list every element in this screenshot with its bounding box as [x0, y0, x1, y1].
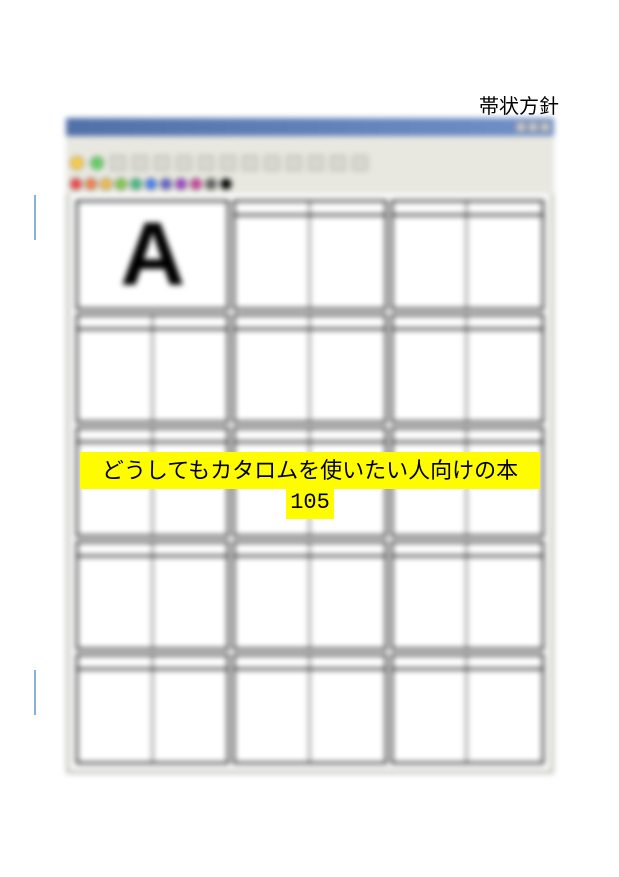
color-swatch[interactable] [70, 178, 82, 190]
grid-cell [233, 654, 386, 764]
overlay-title-text: どうしてもカタロムを使いたい人向けの本 [102, 458, 518, 483]
color-swatch[interactable] [115, 178, 127, 190]
color-swatch[interactable] [145, 178, 157, 190]
grid-cell [391, 541, 544, 651]
color-swatch[interactable] [190, 178, 202, 190]
overlay-title-band: どうしてもカタロムを使いたい人向けの本 [80, 452, 540, 489]
tool-button[interactable] [308, 155, 324, 171]
color-swatch[interactable] [220, 178, 232, 190]
color-swatch[interactable] [175, 178, 187, 190]
tool-button[interactable] [352, 155, 368, 171]
window-controls [516, 122, 550, 132]
menubar [66, 136, 554, 152]
grid-cell [391, 200, 544, 310]
menu-item[interactable] [85, 140, 92, 149]
color-swatch[interactable] [85, 178, 97, 190]
grid-cell [76, 314, 229, 424]
tool-button[interactable] [176, 155, 192, 171]
window-titlebar [66, 118, 554, 136]
application-screenshot: A [66, 118, 554, 774]
side-marker [34, 195, 36, 240]
grid-cell [233, 541, 386, 651]
tool-button[interactable] [132, 155, 148, 171]
menu-item[interactable] [143, 140, 150, 149]
window-title [70, 123, 72, 132]
tool-button[interactable] [90, 156, 104, 170]
color-swatch[interactable] [130, 178, 142, 190]
tool-button[interactable] [286, 155, 302, 171]
grid-cell [76, 654, 229, 764]
grid-cell [391, 654, 544, 764]
close-button[interactable] [540, 122, 550, 132]
grid-cell [391, 314, 544, 424]
overlay-page-number: 105 [286, 488, 334, 519]
tool-button[interactable] [242, 155, 258, 171]
toolbar-primary [66, 152, 554, 174]
tool-button[interactable] [264, 155, 280, 171]
tool-button[interactable] [70, 156, 84, 170]
maximize-button[interactable] [528, 122, 538, 132]
color-swatch[interactable] [100, 178, 112, 190]
color-swatch[interactable] [160, 178, 172, 190]
grid-cell [233, 200, 386, 310]
tool-button[interactable] [198, 155, 214, 171]
overlay-pagenum-band: 105 [80, 488, 540, 519]
color-palette-toolbar [66, 174, 554, 194]
page-header-label: 帯状方針 [479, 90, 559, 119]
tool-button[interactable] [110, 155, 126, 171]
grid-cell [233, 314, 386, 424]
grid-cell [76, 541, 229, 651]
color-swatch[interactable] [205, 178, 217, 190]
menu-item[interactable] [114, 140, 121, 149]
grid-cell-featured: A [76, 200, 229, 310]
menu-item[interactable] [70, 140, 77, 149]
tool-button[interactable] [330, 155, 346, 171]
minimize-button[interactable] [516, 122, 526, 132]
letter-display: A [120, 210, 185, 300]
menu-item[interactable] [99, 140, 106, 149]
menu-item[interactable] [129, 140, 136, 149]
side-marker [34, 670, 36, 715]
tool-button[interactable] [154, 155, 170, 171]
tool-button[interactable] [220, 155, 236, 171]
